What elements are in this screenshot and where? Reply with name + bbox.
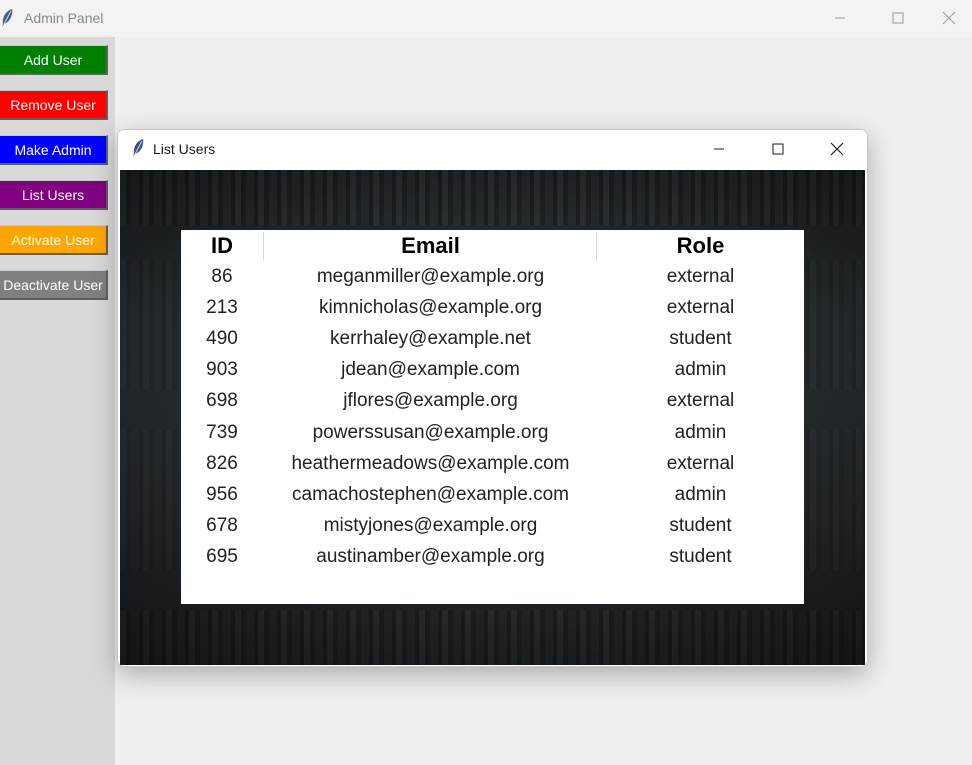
table-cell-email[interactable]: austinamber@example.org — [264, 542, 597, 573]
table-cell-id[interactable]: 956 — [181, 479, 263, 510]
add-user-button[interactable]: Add User — [0, 45, 108, 75]
close-icon — [830, 142, 844, 156]
table-cell-email[interactable]: heathermeadows@example.com — [264, 448, 597, 479]
table-cell-email[interactable]: kimnicholas@example.org — [264, 292, 597, 323]
remove-user-button[interactable]: Remove User — [0, 90, 108, 120]
make-admin-button[interactable]: Make Admin — [0, 135, 108, 165]
deactivate-user-button[interactable]: Deactivate User — [0, 270, 108, 300]
table-cell-email[interactable]: jdean@example.com — [264, 355, 597, 386]
close-button[interactable] — [926, 4, 972, 32]
dialog-close-button[interactable] — [814, 134, 860, 164]
table-header-id[interactable]: ID — [181, 230, 263, 261]
minimize-icon — [835, 17, 845, 19]
table-cell-role[interactable]: external — [597, 448, 804, 479]
table-cell-role[interactable]: external — [597, 292, 804, 323]
bookshelf-background: ID Email Role 86 meganmiller@example.org e… — [120, 170, 865, 665]
table-cell-email[interactable]: powerssusan@example.org — [264, 417, 597, 448]
table-cell-role[interactable]: admin — [597, 479, 804, 510]
list-users-window: List Users ID Email Role 86 meganmiller@e… — [117, 129, 868, 667]
activate-user-button[interactable]: Activate User — [0, 225, 108, 255]
table-cell-email[interactable]: meganmiller@example.org — [264, 261, 597, 292]
table-cell-id[interactable]: 490 — [181, 323, 263, 354]
users-table: ID Email Role 86 meganmiller@example.org e… — [181, 230, 804, 604]
minimize-icon — [714, 148, 724, 150]
table-cell-role[interactable]: admin — [597, 417, 804, 448]
maximize-icon — [772, 143, 784, 155]
table-cell-role[interactable]: student — [597, 511, 804, 542]
table-cell-id[interactable]: 695 — [181, 542, 263, 573]
feather-icon — [0, 8, 14, 28]
maximize-icon — [892, 12, 904, 24]
dialog-minimize-button[interactable] — [696, 134, 742, 164]
table-cell-id[interactable]: 903 — [181, 355, 263, 386]
dialog-title: List Users — [153, 141, 216, 157]
dialog-titlebar[interactable]: List Users — [118, 130, 867, 170]
sidebar: Add User Remove User Make Admin List Use… — [0, 37, 115, 765]
table-cell-id[interactable]: 678 — [181, 511, 263, 542]
dialog-maximize-button[interactable] — [755, 134, 801, 164]
list-users-button[interactable]: List Users — [0, 180, 108, 210]
table-cell-email[interactable]: kerrhaley@example.net — [264, 323, 597, 354]
table-cell-id[interactable]: 213 — [181, 292, 263, 323]
table-header-role[interactable]: Role — [597, 230, 804, 261]
minimize-button[interactable] — [817, 4, 863, 32]
table-cell-role[interactable]: student — [597, 323, 804, 354]
feather-icon — [131, 138, 145, 158]
table-cell-id[interactable]: 86 — [181, 261, 263, 292]
table-cell-email[interactable]: jflores@example.org — [264, 386, 597, 417]
table-cell-role[interactable]: external — [597, 261, 804, 292]
table-cell-email[interactable]: mistyjones@example.org — [264, 511, 597, 542]
table-cell-role[interactable]: admin — [597, 355, 804, 386]
maximize-button[interactable] — [875, 4, 921, 32]
table-cell-email[interactable]: camachostephen@example.com — [264, 479, 597, 510]
table-header-email[interactable]: Email — [264, 230, 597, 261]
table-cell-id[interactable]: 698 — [181, 386, 263, 417]
app-title: Admin Panel — [24, 10, 104, 26]
table-cell-role[interactable]: student — [597, 542, 804, 573]
close-icon — [942, 11, 956, 25]
table-cell-role[interactable]: external — [597, 386, 804, 417]
table-cell-id[interactable]: 826 — [181, 448, 263, 479]
table-cell-id[interactable]: 739 — [181, 417, 263, 448]
main-titlebar: Admin Panel — [0, 0, 972, 36]
